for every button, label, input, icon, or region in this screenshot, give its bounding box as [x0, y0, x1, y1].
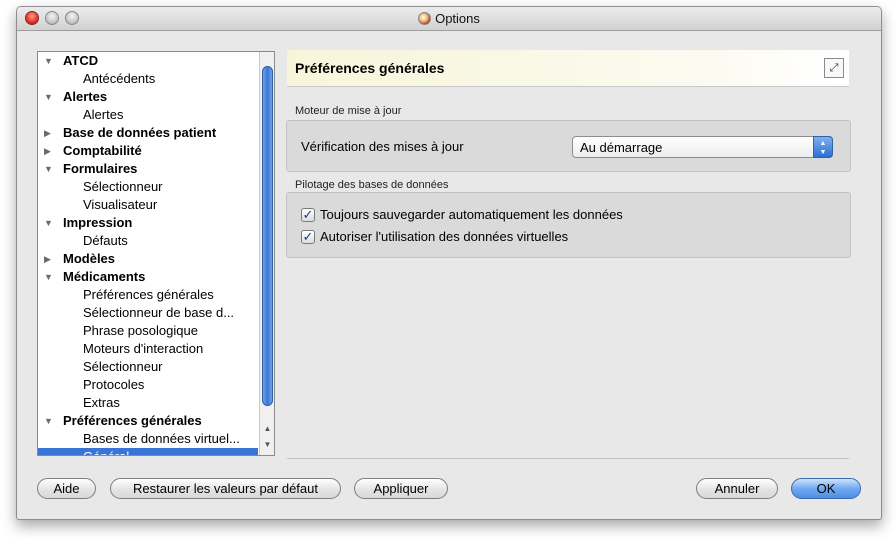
help-button[interactable]: Aide [37, 478, 96, 499]
tree-row-label: Impression [63, 215, 133, 230]
tree-row-label: Sélectionneur [83, 179, 163, 194]
tree-item[interactable]: Préférences générales [38, 286, 258, 304]
tree-item[interactable]: Protocoles [38, 376, 258, 394]
popup-arrows-icon: ▲ ▼ [813, 136, 833, 158]
tree-category[interactable]: ▶ Comptabilité [38, 142, 258, 160]
triangle-right-icon[interactable]: ▶ [44, 142, 54, 160]
virtual-data-checkbox-label[interactable]: Autoriser l'utilisation des données virt… [320, 229, 568, 244]
tree-row-label: Sélectionneur de base d... [83, 305, 235, 320]
checkmark-icon[interactable]: ✓ [301, 208, 315, 222]
triangle-down-icon[interactable]: ▼ [44, 160, 54, 178]
category-tree[interactable]: ▼ ATCD Antécédents ▼ Alertes Alertes ▶ Base de … [37, 51, 275, 456]
panel-title: Préférences générales [295, 60, 445, 76]
tree-item[interactable]: Général [38, 448, 258, 455]
tree-category[interactable]: ▼ ATCD [38, 52, 258, 70]
tree-row-label: Extras [83, 395, 120, 410]
tree-row-label: Sélectionneur [83, 359, 163, 374]
tree-category[interactable]: ▼ Médicaments [38, 268, 258, 286]
tree-row-label: Alertes [83, 107, 124, 122]
tree-row-label: Modèles [63, 251, 116, 266]
tree-row-label: Base de données patient [63, 125, 217, 140]
tree-row-label: Phrase posologique [83, 323, 198, 338]
ok-button[interactable]: OK [791, 478, 861, 499]
triangle-down-icon[interactable]: ▼ [44, 268, 54, 286]
apply-button[interactable]: Appliquer [354, 478, 448, 499]
restore-defaults-button[interactable]: Restaurer les valeurs par défaut [110, 478, 341, 499]
tree-scrollbar[interactable]: ▲ ▼ [259, 52, 274, 455]
tree-category[interactable]: ▼ Préférences générales [38, 412, 258, 430]
window-title: Options [435, 11, 480, 26]
tree-item[interactable]: Extras [38, 394, 258, 412]
tree-item[interactable]: Bases de données virtuel... [38, 430, 258, 448]
tree-item[interactable]: Sélectionneur [38, 358, 258, 376]
tree-row-label: ATCD [63, 53, 99, 68]
tree-category[interactable]: ▶ Modèles [38, 250, 258, 268]
panel-header: Préférences générales ⤢ [287, 50, 849, 87]
tree-row-label: Antécédents [83, 71, 156, 86]
title-bar[interactable]: Options [17, 7, 881, 31]
update-frequency-popup[interactable]: Au démarrage ▲ ▼ [572, 136, 833, 158]
scroll-up-arrow-icon[interactable]: ▲ [260, 422, 274, 435]
tree-row-label: Formulaires [63, 161, 138, 176]
scroll-down-arrow-icon[interactable]: ▼ [260, 438, 274, 451]
tree-category[interactable]: ▶ Base de données patient [38, 124, 258, 142]
tree-category[interactable]: ▼ Alertes [38, 88, 258, 106]
tree-row-label: Visualisateur [83, 197, 158, 212]
tree-row-label: Comptabilité [63, 143, 142, 158]
tree-row-label: Préférences générales [83, 287, 214, 302]
tree-row-label: Alertes [63, 89, 108, 104]
tree-item[interactable]: Moteurs d'interaction [38, 340, 258, 358]
checkmark-icon[interactable]: ✓ [301, 230, 315, 244]
tree-row-label: Général [83, 448, 129, 455]
tree-category[interactable]: ▼ Formulaires [38, 160, 258, 178]
tree-item[interactable]: Sélectionneur [38, 178, 258, 196]
expand-arrows-icon[interactable]: ⤢ [824, 58, 844, 78]
tree-item[interactable]: Défauts [38, 232, 258, 250]
db-group-title: Pilotage des bases de données [295, 179, 449, 191]
tree-row-label: Défauts [83, 233, 128, 248]
tree-item[interactable]: Visualisateur [38, 196, 258, 214]
tree-scrollbar-thumb[interactable] [262, 66, 273, 406]
triangle-right-icon[interactable]: ▶ [44, 124, 54, 142]
cancel-button[interactable]: Annuler [696, 478, 778, 499]
db-group-box: ✓ Toujours sauvegarder automatiquement l… [286, 192, 851, 258]
autosave-checkbox-label[interactable]: Toujours sauvegarder automatiquement les… [320, 207, 623, 222]
tree-row-label: Protocoles [83, 377, 145, 392]
tree-category[interactable]: ▼ Impression [38, 214, 258, 232]
options-window: Options ▼ ATCD Antécédents ▼ Alertes Alertes ▶… [16, 6, 882, 520]
app-icon [418, 12, 432, 25]
tree-item[interactable]: Antécédents [38, 70, 258, 88]
update-group-title: Moteur de mise à jour [295, 105, 402, 117]
tree-item[interactable]: Alertes [38, 106, 258, 124]
triangle-down-icon[interactable]: ▼ [44, 52, 54, 70]
footer-divider [287, 458, 849, 459]
triangle-down-icon[interactable]: ▼ [44, 214, 54, 232]
triangle-down-icon[interactable]: ▼ [44, 88, 54, 106]
tree-item[interactable]: Phrase posologique [38, 322, 258, 340]
tree-row-label: Moteurs d'interaction [83, 341, 204, 356]
update-frequency-value: Au démarrage [580, 140, 663, 155]
tree-row-label: Préférences générales [63, 413, 202, 428]
triangle-right-icon[interactable]: ▶ [44, 250, 54, 268]
tree-row-label: Médicaments [63, 269, 146, 284]
window-title-container: Options [17, 11, 881, 26]
triangle-down-icon[interactable]: ▼ [44, 412, 54, 430]
update-check-label: Vérification des mises à jour [301, 139, 464, 154]
tree-row-label: Bases de données virtuel... [83, 431, 240, 446]
tree-item[interactable]: Sélectionneur de base d... [38, 304, 258, 322]
